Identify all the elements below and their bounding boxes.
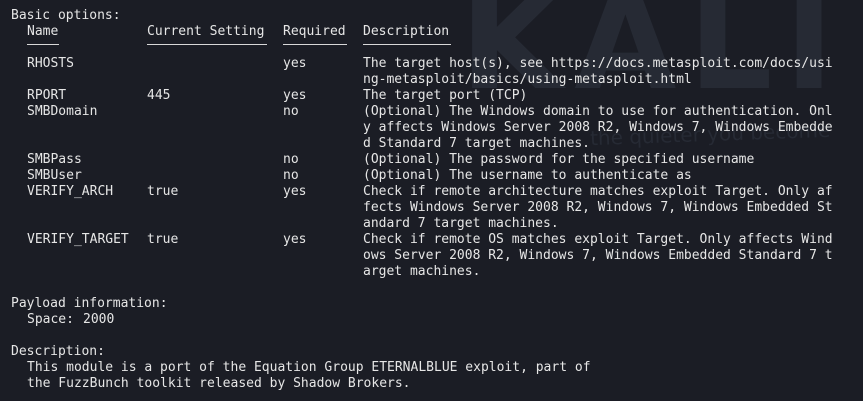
column-header-name: Name bbox=[27, 24, 59, 39]
option-description-line: d Standard 7 target machines. bbox=[363, 136, 590, 151]
option-description-line: ng-metasploit/basics/using-metasploit.ht… bbox=[363, 72, 692, 87]
option-name: RPORT bbox=[27, 88, 67, 103]
description-line: This module is a port of the Equation Gr… bbox=[27, 360, 591, 375]
option-required: no bbox=[283, 168, 299, 183]
description-heading: Description: bbox=[11, 344, 105, 359]
option-required: yes bbox=[283, 56, 307, 71]
option-description-line: Check if remote OS matches exploit Targe… bbox=[363, 232, 833, 247]
option-required: no bbox=[283, 104, 299, 119]
option-description-line: arget machines. bbox=[363, 264, 481, 279]
option-description-line: (Optional) The password for the specifie… bbox=[363, 152, 755, 167]
description-line: the FuzzBunch toolkit released by Shadow… bbox=[27, 376, 411, 391]
column-underline-description bbox=[363, 44, 451, 45]
option-description-line: (Optional) The Windows domain to use for… bbox=[363, 104, 833, 119]
column-underline-required bbox=[283, 44, 347, 45]
payload-space-label: Space: bbox=[27, 312, 74, 327]
option-required: yes bbox=[283, 232, 307, 247]
option-current-setting: true bbox=[147, 232, 179, 247]
column-header-description: Description bbox=[363, 24, 450, 39]
option-description-line: The target host(s), see https://docs.met… bbox=[363, 56, 833, 71]
payload-space-value: 2000 bbox=[83, 312, 115, 327]
option-description-line: The target port (TCP) bbox=[363, 88, 528, 103]
option-required: yes bbox=[283, 88, 307, 103]
basic-options-heading: Basic options: bbox=[11, 8, 121, 23]
option-required: yes bbox=[283, 184, 307, 199]
column-underline-current-setting bbox=[147, 44, 267, 45]
option-required: no bbox=[283, 152, 299, 167]
option-description-line: y affects Windows Server 2008 R2, Window… bbox=[363, 120, 833, 135]
option-name: SMBDomain bbox=[27, 104, 98, 119]
option-name: VERIFY_TARGET bbox=[27, 232, 129, 247]
option-name: SMBPass bbox=[27, 152, 82, 167]
option-description-line: (Optional) The username to authenticate … bbox=[363, 168, 692, 183]
option-description-line: ows Server 2008 R2, Windows 7, Windows E… bbox=[363, 248, 833, 263]
option-name: RHOSTS bbox=[27, 56, 74, 71]
option-name: SMBUser bbox=[27, 168, 82, 183]
option-description-line: Check if remote architecture matches exp… bbox=[363, 184, 833, 199]
column-header-current-setting: Current Setting bbox=[147, 24, 265, 39]
option-current-setting: true bbox=[147, 184, 179, 199]
payload-information-heading: Payload information: bbox=[11, 296, 168, 311]
option-description-line: fects Windows Server 2008 R2, Windows 7,… bbox=[363, 200, 833, 215]
terminal-window[interactable]: KALI the quieter you become Basic option… bbox=[0, 0, 863, 401]
option-description-line: andard 7 target machines. bbox=[363, 216, 559, 231]
option-name: VERIFY_ARCH bbox=[27, 184, 114, 199]
column-underline-name bbox=[27, 44, 59, 45]
column-header-required: Required bbox=[283, 24, 346, 39]
option-current-setting: 445 bbox=[147, 88, 171, 103]
